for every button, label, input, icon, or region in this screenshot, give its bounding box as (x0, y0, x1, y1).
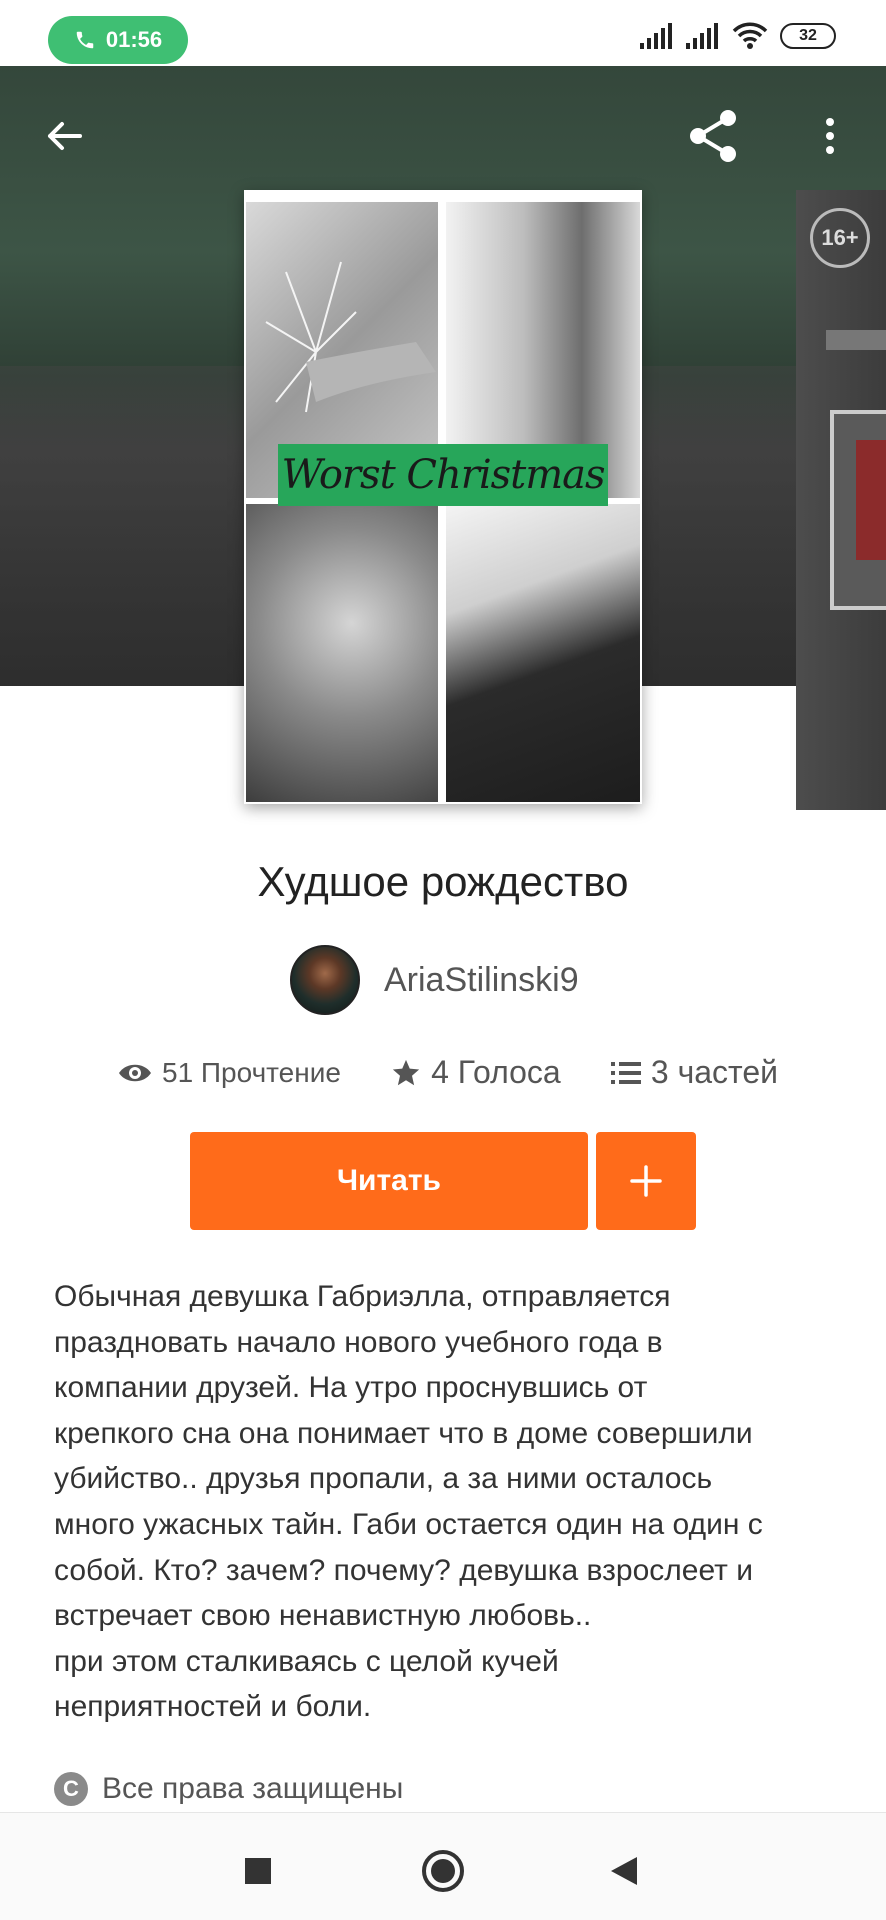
battery-indicator: 32 (780, 23, 836, 49)
copyright-icon: C (54, 1772, 88, 1806)
phone-icon (76, 31, 94, 49)
list-icon (610, 1061, 641, 1084)
cover-panel-silhouette (446, 504, 640, 802)
cover-panel-man (246, 504, 438, 802)
status-bar: 01:56 32 (0, 0, 886, 66)
book-stats: 51 Прочтение 4 Голоса 3 частей (118, 1054, 778, 1091)
book-cover[interactable]: Worst Christmas (244, 190, 642, 804)
star-icon (392, 1059, 420, 1085)
parts-stat[interactable]: 3 частей (610, 1054, 778, 1091)
votes-stat: 4 Голоса (391, 1054, 561, 1091)
cover-title: Worst Christmas (281, 452, 605, 498)
triangle-back-icon (611, 1857, 637, 1885)
share-icon (690, 110, 736, 162)
eye-icon (119, 1064, 151, 1081)
call-timer: 01:56 (105, 27, 163, 52)
author-link[interactable]: AriaStilinski9 (290, 944, 579, 1016)
age-rating-badge: 16+ (810, 208, 870, 268)
book-description: Обычная девушка Габриэлла, отправляется … (54, 1280, 763, 1724)
cover-title-band: Worst Christmas (278, 444, 608, 506)
back-button[interactable] (34, 106, 94, 166)
parts-count: 3 частей (650, 1054, 778, 1090)
more-vert-icon (826, 118, 834, 154)
add-to-library-button[interactable] (596, 1132, 696, 1230)
plus-icon (630, 1165, 662, 1197)
book-title: Худшое рождество (257, 858, 629, 905)
wifi-icon (732, 22, 768, 49)
author-name[interactable]: AriaStilinski9 (384, 961, 579, 1000)
author-avatar[interactable] (290, 945, 360, 1015)
circle-icon (422, 1850, 464, 1892)
status-icons: 32 (640, 22, 836, 50)
back-nav-button[interactable] (594, 1841, 654, 1901)
signal-icon (640, 23, 672, 49)
next-book-cover[interactable]: 16+ (796, 190, 886, 810)
more-menu-button[interactable] (800, 106, 860, 166)
recents-button[interactable] (228, 1841, 288, 1901)
reads-stat: 51 Прочтение (118, 1057, 341, 1089)
read-button[interactable]: Читать (190, 1132, 588, 1230)
reads-count: 51 Прочтение (162, 1056, 341, 1088)
arrow-left-icon (48, 122, 82, 150)
rights-text: Все права защищены (102, 1772, 404, 1805)
system-nav-bar (0, 1812, 886, 1920)
votes-count: 4 Голоса (431, 1054, 561, 1090)
ongoing-call-pill[interactable]: 01:56 (48, 16, 188, 64)
square-icon (245, 1858, 271, 1884)
home-button[interactable] (413, 1841, 473, 1901)
signal-icon-2 (686, 23, 718, 49)
copyright-notice: C Все права защищены (54, 1772, 403, 1806)
share-button[interactable] (684, 106, 744, 166)
